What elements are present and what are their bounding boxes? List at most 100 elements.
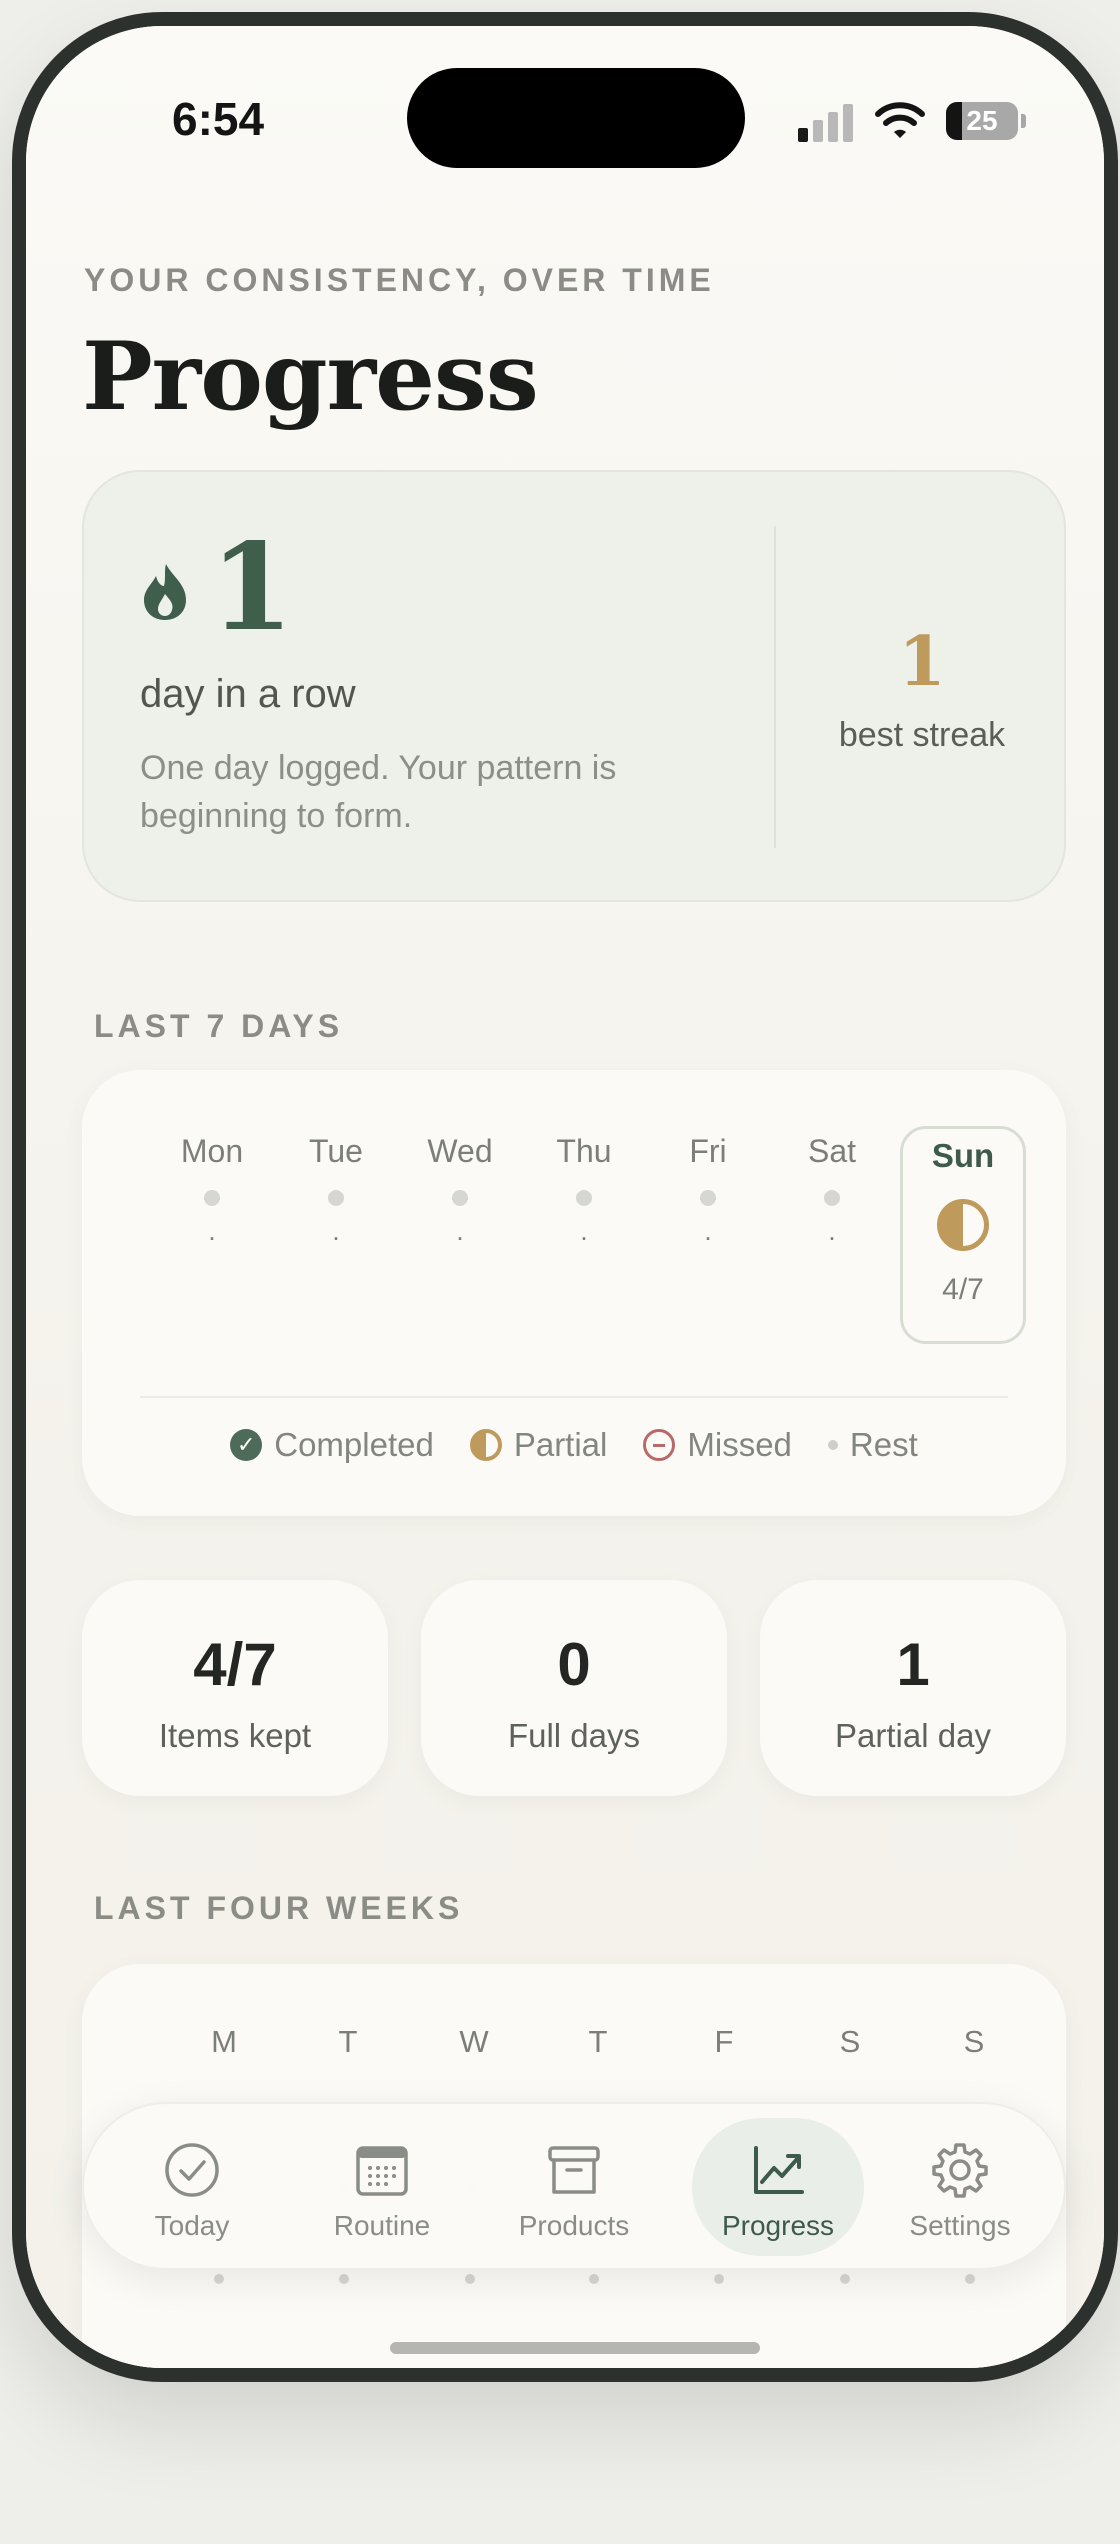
stat-full-days: 0 Full days — [421, 1580, 727, 1796]
dynamic-island — [407, 68, 745, 168]
weekday-label: M — [211, 2024, 237, 2059]
minus-circle-icon — [643, 1429, 676, 1461]
best-streak-value: 1 — [898, 622, 946, 702]
stat-label: Items kept — [158, 1717, 312, 1754]
battery-icon: 25 — [946, 102, 1026, 140]
weekday-label: S — [963, 2024, 985, 2059]
day-tue[interactable]: Tue . — [274, 1126, 398, 1247]
day-value: . — [704, 1216, 712, 1246]
gear-icon — [932, 2143, 988, 2198]
check-circle-icon — [165, 2143, 219, 2197]
tab-settings[interactable]: Settings — [874, 2118, 1046, 2256]
calendar-dot — [714, 2274, 724, 2284]
chart-trend-icon — [754, 2146, 804, 2194]
rest-dot — [700, 1190, 716, 1206]
screen: 6:54 25 YOUR CONSISTENCY, OVER TIME Prog… — [26, 26, 1104, 2368]
cellular-signal-icon — [798, 102, 854, 142]
page-eyebrow: YOUR CONSISTENCY, OVER TIME — [84, 262, 715, 298]
stat-value: 0 — [557, 1631, 591, 1698]
day-name: Fri — [689, 1133, 727, 1169]
tab-label: Progress — [721, 2210, 835, 2241]
day-wed[interactable]: Wed . — [398, 1126, 522, 1247]
calendar-dot — [589, 2274, 599, 2284]
weekday-label: T — [588, 2024, 608, 2059]
archive-box-icon — [548, 2146, 600, 2194]
legend-label: Completed — [274, 1426, 434, 1463]
legend-label: Missed — [687, 1426, 792, 1463]
legend-partial: Partial — [469, 1426, 608, 1464]
last-four-weeks-label: LAST FOUR WEEKS — [94, 1890, 464, 1926]
legend-completed: ✓ Completed — [230, 1426, 434, 1464]
day-sat[interactable]: Sat . — [770, 1126, 894, 1247]
status-legend: ✓ Completed Partial Missed Rest — [82, 1426, 1066, 1464]
weekday-label: W — [459, 2024, 489, 2059]
streak-unit: day in a row — [140, 672, 356, 716]
rest-dot — [452, 1190, 468, 1206]
legend-rest: Rest — [827, 1426, 918, 1464]
day-name: Tue — [309, 1133, 363, 1169]
day-value: . — [332, 1216, 340, 1246]
weekday-label: S — [839, 2024, 861, 2059]
legend-label: Rest — [849, 1426, 918, 1463]
streak-message: One day logged. Your pattern is beginnin… — [140, 749, 617, 835]
day-fri[interactable]: Fri . — [646, 1126, 770, 1247]
tab-routine[interactable]: Routine — [296, 2118, 468, 2256]
legend-missed: Missed — [643, 1426, 792, 1464]
day-name: Sun — [931, 1137, 995, 1174]
streak-count: 1 — [210, 517, 294, 658]
day-mon[interactable]: Mon . — [150, 1126, 274, 1247]
tab-label: Products — [518, 2210, 630, 2241]
rest-dot — [824, 1190, 840, 1206]
stat-value: 1 — [896, 1631, 930, 1698]
best-streak-label: best streak — [838, 716, 1006, 754]
tab-label: Today — [154, 2210, 230, 2241]
day-sun-today[interactable]: Sun 4/7 — [900, 1126, 1026, 1344]
half-circle-icon — [469, 1429, 502, 1461]
status-time: 6:54 — [172, 93, 265, 145]
flame-icon — [144, 564, 186, 620]
tab-bar: Today Routine Products Progress Settings — [82, 2102, 1066, 2270]
calendar-dot — [214, 2274, 224, 2284]
day-value: 4/7 — [942, 1273, 984, 1306]
legend-label: Partial — [513, 1426, 608, 1463]
day-thu[interactable]: Thu . — [522, 1126, 646, 1247]
calendar-dot — [840, 2274, 850, 2284]
wifi-icon — [875, 102, 925, 138]
rest-dot — [576, 1190, 592, 1206]
weekday-label: F — [714, 2024, 734, 2059]
tab-products[interactable]: Products — [488, 2118, 660, 2256]
tab-progress[interactable]: Progress — [692, 2118, 864, 2256]
divider — [140, 1396, 1008, 1398]
day-value: . — [208, 1216, 216, 1246]
page-title: Progress — [82, 322, 539, 432]
calendar-dot — [465, 2274, 475, 2284]
day-value: . — [580, 1216, 588, 1246]
tab-label: Settings — [909, 2210, 1011, 2241]
stat-label: Full days — [507, 1717, 641, 1754]
partial-half-circle-icon — [937, 1199, 989, 1251]
streak-card: 1 day in a row One day logged. Your patt… — [82, 470, 1066, 902]
stat-label: Partial day — [835, 1717, 991, 1754]
dot-icon — [827, 1440, 838, 1450]
day-name: Wed — [427, 1133, 493, 1169]
day-value: . — [828, 1216, 836, 1246]
stat-items-kept: 4/7 Items kept — [82, 1580, 388, 1796]
calendar-dot — [339, 2274, 349, 2284]
stat-value: 4/7 — [193, 1631, 277, 1698]
check-circle-icon: ✓ — [230, 1429, 263, 1461]
tab-today[interactable]: Today — [106, 2118, 278, 2256]
rest-dot — [328, 1190, 344, 1206]
day-name: Mon — [180, 1133, 244, 1169]
last-7-days-card: Mon . Tue . Wed . Thu . Fri . Sat . Sun … — [82, 1070, 1066, 1516]
home-indicator[interactable] — [390, 2342, 760, 2354]
day-name: Thu — [556, 1133, 612, 1169]
weekday-label: T — [338, 2024, 358, 2059]
last-7-days-label: LAST 7 DAYS — [94, 1008, 344, 1044]
phone-frame: 6:54 25 YOUR CONSISTENCY, OVER TIME Prog… — [12, 12, 1118, 2382]
rest-dot — [204, 1190, 220, 1206]
day-value: . — [456, 1216, 464, 1246]
day-name: Sat — [807, 1133, 857, 1169]
calendar-icon — [356, 2146, 408, 2196]
calendar-dot — [965, 2274, 975, 2284]
stat-partial-day: 1 Partial day — [760, 1580, 1066, 1796]
